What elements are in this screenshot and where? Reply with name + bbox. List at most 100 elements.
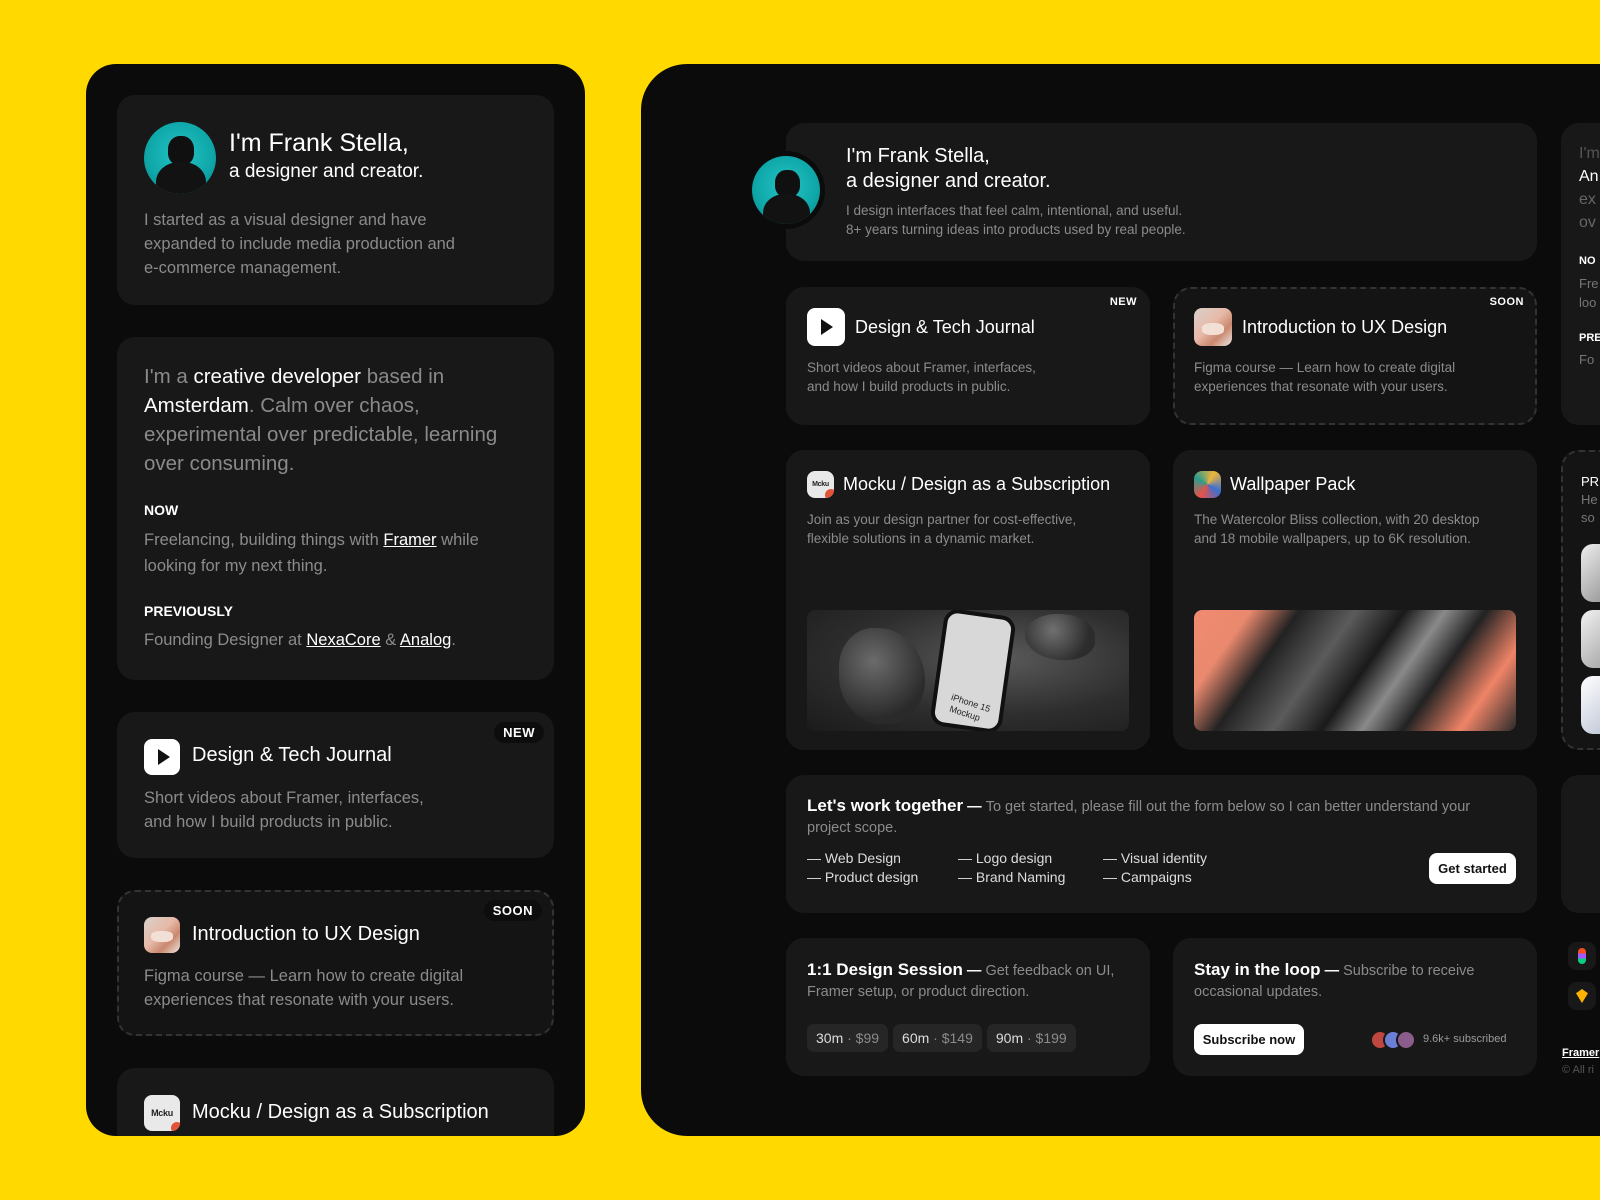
ux-course-card[interactable]: Introduction to UX Design SOON Figma cou…: [117, 890, 554, 1036]
work-heading: Let's work together — To get started, pl…: [807, 796, 1471, 836]
avatar: [144, 122, 216, 194]
session-option-90m[interactable]: 90m · $199: [986, 1024, 1076, 1052]
service-item: — Brand Naming: [958, 869, 1066, 885]
ux-course-title: Introduction to UX Design: [1242, 317, 1448, 337]
intro-name: I'm Frank Stella,: [846, 145, 990, 167]
session-title: 1:1 Design Session: [807, 960, 963, 979]
intro-role: a designer and creator.: [846, 170, 1051, 192]
highlight-city: Amsterdam: [144, 394, 249, 417]
ux-course-thumbnail: [144, 917, 180, 953]
peek-line: Fo: [1579, 352, 1595, 367]
about-card: I'm a creative developer based in Amster…: [117, 337, 554, 680]
mocku-logo-icon: Mcku: [144, 1095, 180, 1131]
session-option-30m[interactable]: 30m · $99: [807, 1024, 889, 1052]
now-label: NOW: [144, 502, 179, 518]
newsletter-card: Stay in the loop — Subscribe to receive …: [1173, 938, 1537, 1076]
peek-pr-label: PR: [1581, 474, 1600, 489]
peek-line: I'm: [1579, 145, 1600, 162]
service-item: — Web Design: [807, 850, 901, 866]
intro-role: a designer and creator.: [229, 161, 424, 182]
journal-title: Design & Tech Journal: [855, 317, 1035, 337]
intro-card: I'm Frank Stella, a designer and creator…: [117, 95, 554, 305]
journal-desc: Short videos about Framer, interfaces, an…: [144, 789, 424, 831]
service-item: — Visual identity: [1103, 850, 1208, 866]
mocku-title: Mocku / Design as a Subscription: [192, 1101, 489, 1123]
mocku-logo-icon: Mcku: [807, 471, 834, 498]
now-text: Freelancing, building things with Framer…: [144, 531, 479, 575]
session-options: 30m · $99 60m · $149 90m · $199: [807, 1024, 1081, 1052]
play-icon: [807, 308, 845, 346]
previously-text: Founding Designer at NexaCore & Analog.: [144, 631, 456, 649]
design-session-card: 1:1 Design Session — Get feedback on UI,…: [786, 938, 1150, 1076]
mocku-card[interactable]: Mcku Mocku / Design as a Subscription: [117, 1068, 554, 1136]
mocku-title: Mocku / Design as a Subscription: [843, 474, 1111, 494]
highlight-role: creative developer: [193, 365, 361, 388]
journal-card[interactable]: Design & Tech Journal NEW Short videos a…: [786, 287, 1150, 425]
new-badge: NEW: [494, 722, 544, 743]
about-statement: I'm a creative developer based in Amster…: [144, 365, 498, 475]
rock-shape: [1025, 614, 1095, 660]
mobile-preview: I'm Frank Stella, a designer and creator…: [86, 64, 585, 1136]
session-heading: 1:1 Design Session — Get feedback on UI,…: [807, 960, 1115, 1000]
subscriber-avatars: [1370, 1030, 1418, 1050]
card-peek: [1561, 775, 1600, 913]
wallpaper-preview-image: [1194, 610, 1516, 731]
peek-thumbnail: [1581, 676, 1600, 734]
ux-course-desc: Figma course — Learn how to create digit…: [1194, 360, 1456, 394]
previously-label: PREVIOUSLY: [144, 603, 233, 619]
mocku-card[interactable]: Mcku Mocku / Design as a Subscription Jo…: [786, 450, 1150, 750]
copyright-text: © All ri: [1562, 1064, 1594, 1076]
peek-prev-label: PRE: [1579, 332, 1600, 344]
peek-thumbnail: [1581, 610, 1600, 668]
new-badge: NEW: [1109, 296, 1137, 308]
play-icon: [144, 739, 180, 775]
about-card-peek: I'm An ex ov NO Fre loo PRE Fo: [1561, 123, 1600, 425]
peek-thumbnail: [1581, 544, 1600, 602]
sketch-icon[interactable]: [1568, 982, 1596, 1010]
subscriber-count: 9.6k+ subscribed: [1423, 1033, 1507, 1045]
intro-bio-line-1: I design interfaces that feel calm, inte…: [846, 203, 1183, 218]
desktop-preview: I'm Frank Stella, a designer and creator…: [641, 64, 1600, 1136]
journal-card[interactable]: Design & Tech Journal NEW Short videos a…: [117, 712, 554, 858]
wallpaper-icon: [1194, 471, 1221, 498]
phone-mockup: iPhone 15 Mockup: [929, 610, 1017, 731]
subscribe-now-button[interactable]: Subscribe now: [1194, 1024, 1304, 1055]
peek-now-label: NO: [1579, 255, 1596, 267]
service-item: — Campaigns: [1103, 869, 1192, 885]
journal-desc: Short videos about Framer, interfaces, an…: [807, 360, 1036, 394]
figma-icon[interactable]: [1568, 942, 1596, 970]
peek-line: Fre: [1579, 276, 1599, 291]
framer-link[interactable]: Framer: [383, 531, 436, 549]
ux-course-desc: Figma course — Learn how to create digit…: [144, 967, 464, 1009]
newsletter-title: Stay in the loop: [1194, 960, 1321, 979]
session-option-60m[interactable]: 60m · $149: [893, 1024, 982, 1052]
service-item: — Logo design: [958, 850, 1053, 866]
peek-line: He: [1581, 492, 1598, 507]
wallpaper-title: Wallpaper Pack: [1230, 474, 1356, 494]
ux-course-title: Introduction to UX Design: [192, 923, 420, 945]
intro-bio-line-2: 8+ years turning ideas into products use…: [846, 222, 1186, 237]
analog-link[interactable]: Analog: [400, 631, 451, 649]
peek-line: ex: [1579, 191, 1596, 208]
peek-line: An: [1579, 168, 1599, 185]
wallpaper-card[interactable]: Wallpaper Pack The Watercolor Bliss coll…: [1173, 450, 1537, 750]
peek-line: ov: [1579, 214, 1596, 231]
get-started-button[interactable]: Get started: [1429, 853, 1516, 884]
intro-card: I'm Frank Stella, a designer and creator…: [786, 123, 1537, 261]
avatar: [1396, 1030, 1416, 1050]
newsletter-heading: Stay in the loop — Subscribe to receive …: [1194, 960, 1475, 1000]
service-item: — Product design: [807, 869, 919, 885]
peek-line: so: [1581, 510, 1595, 525]
framer-footer-link[interactable]: Framer: [1562, 1047, 1599, 1059]
soon-badge: SOON: [1489, 296, 1524, 308]
nexacore-link[interactable]: NexaCore: [306, 631, 380, 649]
work-together-card: Let's work together — To get started, pl…: [786, 775, 1537, 913]
intro-bio: I started as a visual designer and have …: [144, 211, 455, 277]
journal-title: Design & Tech Journal: [192, 744, 392, 766]
ux-course-card[interactable]: Introduction to UX Design SOON Figma cou…: [1173, 287, 1537, 425]
ux-course-thumbnail: [1194, 308, 1232, 346]
work-title: Let's work together: [807, 796, 964, 815]
project-card-peek: PR He so: [1561, 450, 1600, 750]
intro-name: I'm Frank Stella,: [229, 129, 409, 157]
mocku-preview-image: iPhone 15 Mockup: [807, 610, 1129, 731]
